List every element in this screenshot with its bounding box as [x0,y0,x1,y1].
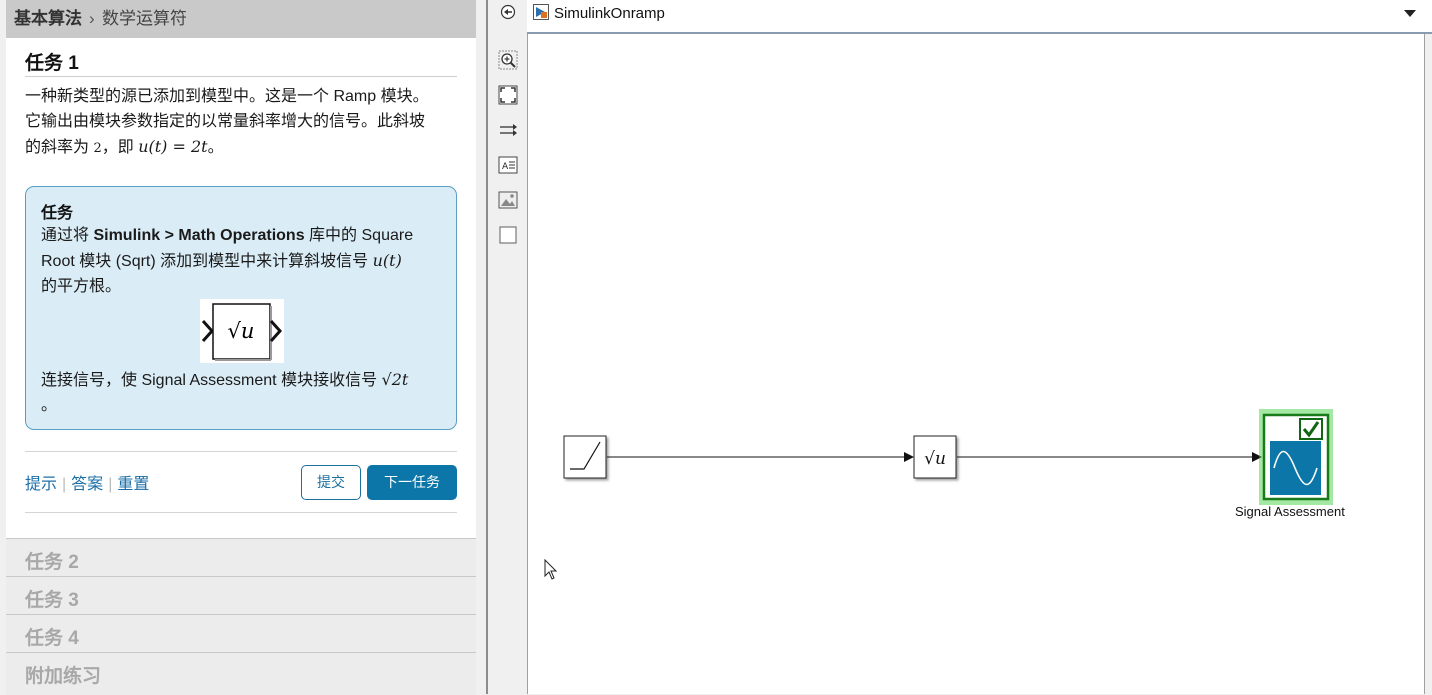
task-item-label: 任务 4 [25,628,79,649]
svg-text:A: A [502,162,509,172]
divider [25,512,457,513]
sqrt-symbol: √u [228,319,255,343]
target-expression: √2t [381,370,409,389]
model-name[interactable]: SimulinkOnramp [554,5,665,22]
signal-assessment-label: Signal Assessment [1235,504,1345,519]
description-line: 一种新类型的源已添加到模型中。这是一个 Ramp 模块。 [25,88,429,105]
ramp-equation: u(t) = 2t [138,137,208,156]
model-breadcrumb-bar: SimulinkOnramp [527,0,1432,34]
divider [25,451,457,452]
annotation-icon[interactable]: A [498,155,518,175]
model-icon [533,4,549,20]
link-separator: | [62,476,67,493]
task-item-label: 任务 3 [25,590,79,611]
breadcrumb-section[interactable]: 基本算法 [14,0,82,38]
reset-link[interactable]: 重置 [117,476,149,493]
task-text: 通过将 [41,227,94,244]
task-text: 连接信号，使 Signal Assessment 模块接收信号 [41,372,382,389]
task-item-label: 附加练习 [25,666,102,687]
image-icon[interactable] [498,190,518,210]
library-path: Simulink > Math Operations [93,227,305,244]
task-box-text: 通过将 Simulink > Math Operations 库中的 Squar… [41,223,446,299]
description-text: 。 [207,139,224,156]
back-icon[interactable] [498,2,518,22]
slope-value: 2 [93,141,102,156]
connection-text: 连接信号，使 Signal Assessment 模块接收信号 √2t 。 [41,367,446,418]
task-box-header: 任务 [41,205,74,222]
arrowhead [904,452,914,462]
signal-route-icon[interactable] [498,120,518,140]
description-line: 它输出由模块参数指定的以常量斜率增大的信号。此斜坡 [25,113,426,130]
output-port-icon [269,319,283,343]
breadcrumb-page: 数学运算符 [102,9,187,28]
zoom-icon[interactable] [498,50,518,70]
breadcrumb-separator: › [89,9,95,28]
input-port-icon [201,319,215,343]
canvas-edge [1424,34,1432,694]
task-description: 一种新类型的源已添加到模型中。这是一个 Ramp 模块。 它输出由模块参数指定的… [25,84,457,161]
fit-view-icon[interactable] [498,85,518,105]
check-icon [1299,418,1323,440]
sqrt-symbol: √u [924,449,946,469]
model-diagram: √u [544,409,1333,580]
task-item-extra[interactable]: 附加练习 [6,652,476,695]
ramp-block[interactable] [563,435,607,479]
signal-expression: u(t) [372,251,402,270]
description-text: ，即 [101,139,139,156]
task-item-2[interactable]: 任务 2 [6,538,476,576]
task-item-4[interactable]: 任务 4 [6,614,476,652]
task-item-label: 任务 2 [25,552,79,573]
signal-assessment-block[interactable] [1259,409,1333,505]
divider [25,76,457,77]
sqrt-block[interactable]: √u [913,435,957,479]
task-text: 。 [41,397,58,414]
next-task-button[interactable]: 下一任务 [367,465,457,500]
link-separator: | [108,476,113,493]
chevron-down-icon[interactable] [1404,10,1416,17]
task-text: 的平方根。 [41,278,122,295]
task-instructions-box: 任务 通过将 Simulink > Math Operations 库中的 Sq… [25,186,457,430]
panel-splitter[interactable] [476,0,486,694]
description-line: 的斜率为 2，即 u(t) = 2t。 [25,134,457,161]
breadcrumb: 基本算法 › 数学运算符 [6,0,476,38]
submit-button[interactable]: 提交 [301,465,361,500]
area-icon[interactable] [498,225,518,245]
model-canvas[interactable]: √u [527,34,1425,694]
cursor-icon [544,558,558,580]
answer-link[interactable]: 答案 [71,476,103,493]
task-panel: 基本算法 › 数学运算符 任务 1 一种新类型的源已添加到模型中。这是一个 Ra… [0,0,486,695]
sqrt-block-image: √u [200,299,284,363]
hint-link[interactable]: 提示 [25,476,57,493]
task-links: 提示 | 答案 | 重置 [25,470,149,494]
canvas-toolstrip: A [486,0,529,694]
description-text: 的斜率为 [25,139,94,156]
task-title: 任务 1 [25,53,79,74]
task-item-3[interactable]: 任务 3 [6,576,476,614]
